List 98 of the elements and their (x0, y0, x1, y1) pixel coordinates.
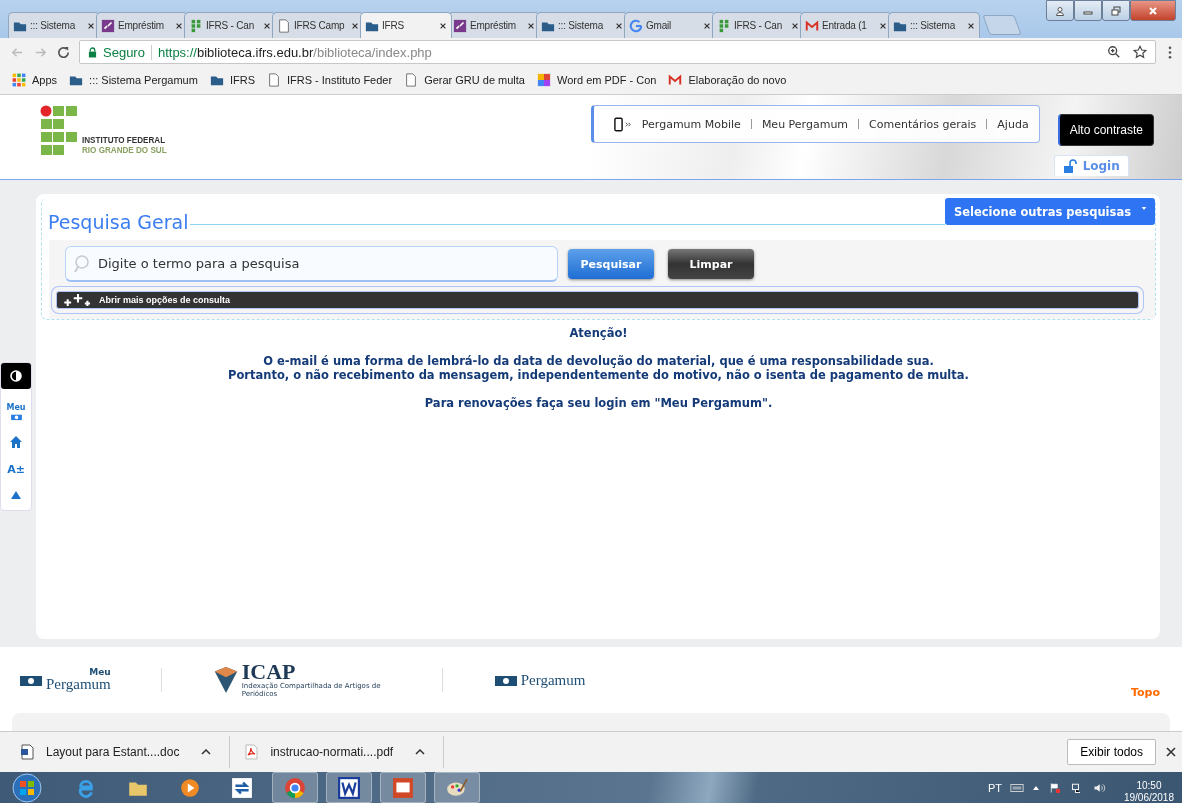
plus-signs-icon (63, 294, 93, 306)
header-link[interactable]: Ajuda (997, 117, 1029, 131)
close-icon (1148, 5, 1158, 16)
zoom-icon[interactable] (1107, 45, 1121, 59)
secure-label: Seguro (103, 44, 145, 60)
bookmark[interactable]: IFRS (209, 73, 255, 87)
institute-region: RIO GRANDE DO SUL (82, 145, 167, 155)
taskbar-app[interactable] (380, 772, 426, 803)
envelope-m-icon (668, 73, 683, 87)
renewal-note: Para renovações faça seu login em "Meu Pergamum". (424, 396, 773, 410)
font-size-toggle[interactable]: A± (7, 463, 25, 476)
page-icon (404, 73, 419, 87)
clear-button[interactable]: Limpar (668, 249, 754, 279)
download-item[interactable]: Layout para Estant....doc (20, 736, 231, 768)
user-button[interactable] (1046, 0, 1074, 21)
arrow-square-icon (453, 18, 467, 33)
close-icon[interactable] (879, 21, 887, 30)
menu-icon[interactable] (1168, 44, 1172, 60)
download-item[interactable]: instrucao-normati....pdf (244, 736, 445, 768)
close-icon[interactable] (527, 21, 535, 30)
word-document-icon (20, 744, 34, 760)
caret-icon (1141, 206, 1147, 211)
contrast-toggle[interactable] (1, 363, 31, 389)
apps-grid-icon (12, 73, 26, 87)
language-indicator[interactable]: PT (987, 781, 1002, 794)
star-icon[interactable] (1133, 45, 1147, 59)
notice-text: O e-mail é uma forma de lembrá-lo da data de devolução do material, que é uma responsabilidade sua. (263, 354, 934, 368)
chevron-up-icon[interactable] (201, 749, 212, 755)
close-icon[interactable] (351, 21, 359, 30)
close-icon[interactable] (791, 21, 799, 30)
restore-icon (1111, 5, 1121, 16)
bookmark[interactable]: Apps (12, 73, 58, 87)
w-document-icon (338, 776, 360, 799)
meu-pergamum-logo[interactable]: Meu Pergamum (18, 668, 111, 692)
reload-icon[interactable] (56, 44, 71, 60)
close-icon[interactable] (703, 21, 711, 30)
restore-button[interactable] (1102, 0, 1130, 21)
clock[interactable]: 10:50 19/06/2018 (1123, 771, 1174, 803)
start-orb-icon[interactable] (12, 772, 42, 803)
grid-logo-icon (189, 18, 203, 33)
unlocked-padlock-icon (1062, 159, 1077, 173)
color-squares-icon (537, 73, 551, 87)
close-icon[interactable] (1166, 747, 1176, 757)
header-link[interactable]: Meu Pergamum (761, 117, 849, 131)
close-window-button[interactable] (1130, 0, 1176, 21)
search-button[interactable]: Pesquisar (568, 249, 654, 279)
browser-tab[interactable]: ::: Sistema (888, 12, 980, 38)
bookmark[interactable]: IFRS - Instituto Feder (266, 73, 393, 87)
address-bar[interactable]: Seguro https://biblioteca.ifrs.edu.br/biblioteca/index.php (79, 40, 1156, 64)
arrow-square-icon (101, 18, 115, 33)
institute-name: INSTITUTO FEDERAL (82, 135, 167, 145)
taskbar-app[interactable] (326, 772, 372, 803)
home-icon[interactable] (9, 435, 23, 449)
close-icon[interactable] (439, 21, 447, 30)
search-title: Pesquisa Geral (47, 210, 190, 233)
bookmark[interactable]: Word em PDF - Con (537, 73, 657, 87)
high-contrast-button[interactable]: Alto contraste (1057, 114, 1154, 146)
play-icon (179, 776, 201, 799)
envelope-m-icon (805, 18, 819, 33)
close-icon[interactable] (263, 21, 271, 30)
palette-icon (446, 776, 468, 799)
grid-logo-icon (717, 18, 731, 33)
browser-tab[interactable]: IFRS (360, 12, 452, 38)
chevron-up-icon[interactable] (415, 749, 426, 755)
swap-arrows-icon (231, 776, 253, 799)
url-text: https://biblioteca.ifrs.edu.br/biblioteca/index.php (157, 44, 432, 60)
bookmark[interactable]: Gerar GRU de multa (404, 73, 525, 87)
chrome-icon (284, 776, 306, 799)
bookmark[interactable]: Elaboração do novo (668, 73, 787, 87)
lock-icon (88, 46, 97, 58)
close-icon[interactable] (967, 21, 975, 30)
keyboard-icon[interactable] (1009, 781, 1024, 794)
half-circle-icon (10, 370, 22, 382)
page-icon (266, 73, 281, 87)
g-letter-icon (629, 18, 643, 33)
pdf-document-icon (244, 744, 259, 760)
notice-title: Atenção! (569, 326, 628, 340)
person-icon (1055, 5, 1065, 16)
phone-icon (613, 116, 623, 132)
show-all-button[interactable]: Exibir todos (1067, 739, 1156, 765)
header-link[interactable]: Comentários gerais (869, 117, 977, 131)
my-account-shortcut[interactable]: Meu (6, 403, 26, 421)
search-field[interactable]: Digite o termo para a pesquisa (65, 246, 558, 282)
up-triangle-icon[interactable] (1031, 784, 1040, 791)
up-triangle-icon[interactable] (10, 490, 22, 500)
close-icon[interactable] (175, 21, 183, 30)
institute-logo-icon (40, 105, 78, 157)
scroll-logo-icon (9, 412, 23, 421)
double-chevron-icon (624, 120, 632, 128)
minimize-button[interactable] (1074, 0, 1102, 21)
bookmark[interactable]: ::: Sistema Pergamum (69, 73, 198, 87)
pergamum-logo[interactable]: Pergamum (492, 672, 586, 688)
notice-text: Portanto, o não recebimento da mensagem, independentemente do motivo, não o isenta de pagamento de multa. (228, 368, 969, 382)
close-icon[interactable] (87, 21, 95, 30)
other-searches-dropdown[interactable]: Selecione outras pesquisas (944, 198, 1155, 225)
header-link[interactable]: Pergamum Mobile (641, 117, 741, 131)
close-icon[interactable] (615, 21, 623, 30)
presentation-icon (392, 776, 414, 799)
